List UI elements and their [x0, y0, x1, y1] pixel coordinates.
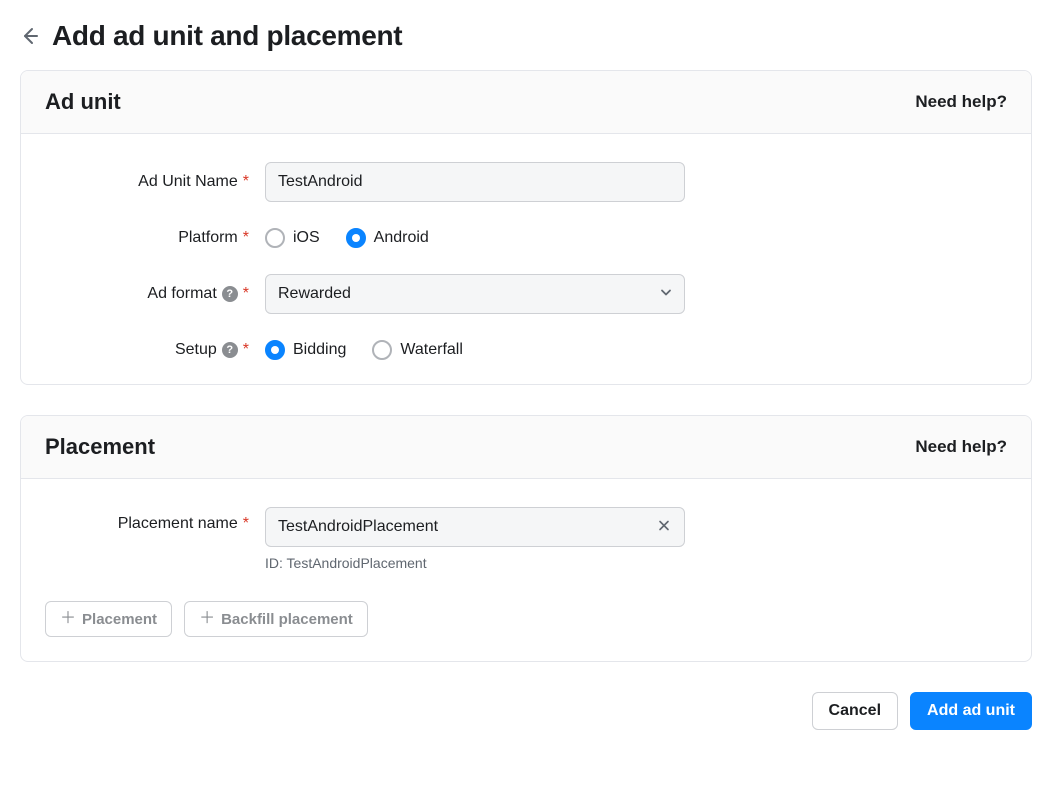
label-text: Setup	[175, 341, 217, 359]
placement-help-link[interactable]: Need help?	[915, 437, 1007, 457]
placement-id-hint: ID: TestAndroidPlacement	[265, 555, 1007, 571]
back-arrow-icon[interactable]	[20, 26, 40, 46]
button-label: Placement	[82, 611, 157, 628]
platform-label: Platform *	[45, 229, 265, 247]
cancel-button[interactable]: Cancel	[812, 692, 898, 730]
clear-placement-name-button[interactable]	[653, 513, 675, 542]
add-backfill-placement-button[interactable]: ＋ Backfill placement	[184, 601, 368, 637]
ad-unit-name-input[interactable]	[265, 162, 685, 202]
ad-unit-card-body: Ad Unit Name * Platform * iOS	[21, 134, 1031, 384]
radio-icon	[372, 340, 392, 360]
page-header: Add ad unit and placement	[20, 20, 1032, 52]
placement-name-input[interactable]	[265, 507, 685, 547]
label-text: Ad Unit Name	[138, 173, 238, 191]
ad-unit-name-label: Ad Unit Name *	[45, 173, 265, 191]
placement-name-row: Placement name * ID: TestAndroidPlacemen…	[45, 507, 1007, 571]
platform-radio-ios[interactable]: iOS	[265, 228, 320, 248]
radio-icon	[265, 340, 285, 360]
ad-unit-card: Ad unit Need help? Ad Unit Name * Platfo…	[20, 70, 1032, 385]
required-marker: *	[243, 173, 249, 191]
add-ad-unit-button[interactable]: Add ad unit	[910, 692, 1032, 730]
help-icon[interactable]: ?	[222, 342, 238, 358]
setup-radio-bidding[interactable]: Bidding	[265, 340, 346, 360]
radio-label: Waterfall	[400, 341, 463, 359]
required-marker: *	[243, 285, 249, 303]
required-marker: *	[243, 229, 249, 247]
ad-unit-help-link[interactable]: Need help?	[915, 92, 1007, 112]
ad-format-label: Ad format ? *	[45, 285, 265, 303]
ad-unit-card-header: Ad unit Need help?	[21, 71, 1031, 134]
ad-unit-name-row: Ad Unit Name *	[45, 162, 1007, 202]
required-marker: *	[243, 515, 249, 533]
placement-card-body: Placement name * ID: TestAndroidPlacemen…	[21, 479, 1031, 571]
radio-label: Bidding	[293, 341, 346, 359]
setup-radio-waterfall[interactable]: Waterfall	[372, 340, 463, 360]
placement-card-title: Placement	[45, 434, 155, 460]
platform-row: Platform * iOS Android	[45, 228, 1007, 248]
ad-format-select[interactable]: Rewarded	[265, 274, 685, 314]
page-title: Add ad unit and placement	[52, 20, 402, 52]
ad-format-select-value[interactable]: Rewarded	[265, 274, 685, 314]
platform-radio-group: iOS Android	[265, 228, 1007, 248]
required-marker: *	[243, 341, 249, 359]
placement-card-actions: ＋ Placement ＋ Backfill placement	[21, 601, 1031, 661]
radio-icon	[346, 228, 366, 248]
radio-label: Android	[374, 229, 429, 247]
platform-radio-android[interactable]: Android	[346, 228, 429, 248]
plus-icon: ＋	[199, 611, 215, 627]
setup-radio-group: Bidding Waterfall	[265, 340, 1007, 360]
add-placement-button[interactable]: ＋ Placement	[45, 601, 172, 637]
plus-icon: ＋	[60, 611, 76, 627]
help-icon[interactable]: ?	[222, 286, 238, 302]
setup-row: Setup ? * Bidding Waterfall	[45, 340, 1007, 360]
label-text: Platform	[178, 229, 238, 247]
ad-unit-card-title: Ad unit	[45, 89, 121, 115]
radio-label: iOS	[293, 229, 320, 247]
page-footer: Cancel Add ad unit	[20, 692, 1032, 730]
label-text: Placement name	[118, 515, 238, 533]
close-icon	[657, 517, 671, 538]
radio-icon	[265, 228, 285, 248]
placement-card-header: Placement Need help?	[21, 416, 1031, 479]
button-label: Backfill placement	[221, 611, 353, 628]
ad-format-row: Ad format ? * Rewarded	[45, 274, 1007, 314]
placement-name-label: Placement name *	[45, 507, 265, 533]
label-text: Ad format	[147, 285, 216, 303]
placement-card: Placement Need help? Placement name * ID…	[20, 415, 1032, 662]
setup-label: Setup ? *	[45, 341, 265, 359]
